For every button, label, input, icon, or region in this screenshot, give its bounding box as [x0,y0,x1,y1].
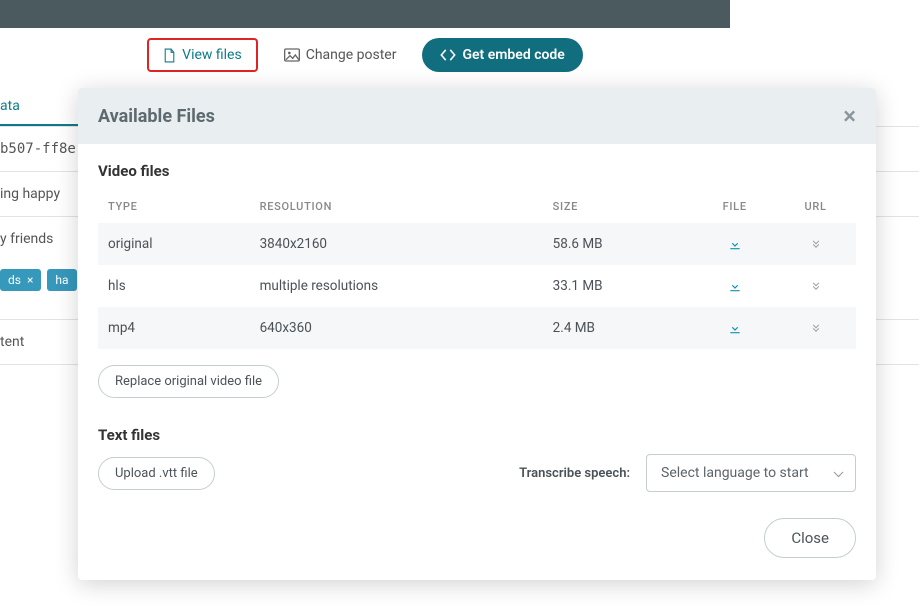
modal-header: Available Files × [78,88,876,144]
cell-resolution: multiple resolutions [250,265,543,307]
video-files-table: TYPE RESOLUTION SIZE FILE URL original 3… [98,190,856,349]
download-icon[interactable] [728,236,742,252]
modal-title: Available Files [98,106,215,127]
view-files-label: View files [182,47,242,63]
cell-type: hls [98,265,250,307]
col-size: SIZE [543,190,695,223]
close-icon[interactable]: × [843,104,856,128]
cell-type: mp4 [98,307,250,349]
tag-chip[interactable]: ds× [0,269,41,291]
upload-vtt-button[interactable]: Upload .vtt file [98,457,215,490]
view-files-button[interactable]: View files [147,38,258,72]
embed-label: Get embed code [462,47,564,63]
col-resolution: RESOLUTION [250,190,543,223]
table-row: original 3840x2160 58.6 MB [98,223,856,265]
expand-url-icon[interactable] [810,320,822,336]
video-toolbar: View files Change poster Get embed code [0,28,730,88]
code-icon [440,47,456,63]
language-select-placeholder: Select language to start [661,465,809,481]
cell-size: 33.1 MB [543,265,695,307]
modal-footer: Close [78,500,876,580]
video-files-heading: Video files [98,162,856,180]
cell-resolution: 3840x2160 [250,223,543,265]
replace-original-button[interactable]: Replace original video file [98,365,279,398]
transcribe-label: Transcribe speech: [519,466,630,481]
expand-url-icon[interactable] [810,278,822,294]
chip-remove-icon[interactable]: × [27,273,33,287]
download-icon[interactable] [728,278,742,294]
language-select[interactable]: Select language to start [646,454,856,492]
col-type: TYPE [98,190,250,223]
video-thumbnail-strip [0,0,730,28]
cell-type: original [98,223,250,265]
file-icon [163,47,176,63]
text-files-heading: Text files [98,426,856,444]
cell-size: 2.4 MB [543,307,695,349]
table-row: mp4 640x360 2.4 MB [98,307,856,349]
col-file: FILE [694,190,775,223]
get-embed-code-button[interactable]: Get embed code [422,38,582,72]
tag-chip[interactable]: ha [47,269,76,291]
expand-url-icon[interactable] [810,236,822,252]
text-files-row: Upload .vtt file Transcribe speech: Sele… [98,454,856,492]
image-icon [284,47,300,63]
col-url: URL [775,190,856,223]
close-button[interactable]: Close [764,518,856,558]
cell-resolution: 640x360 [250,307,543,349]
metadata-tab[interactable]: ata [0,88,78,126]
available-files-modal: Available Files × Video files TYPE RESOL… [78,88,876,580]
cell-size: 58.6 MB [543,223,695,265]
change-poster-button[interactable]: Change poster [270,39,411,71]
download-icon[interactable] [728,320,742,336]
table-row: hls multiple resolutions 33.1 MB [98,265,856,307]
modal-body: Video files TYPE RESOLUTION SIZE FILE UR… [78,144,876,500]
change-poster-label: Change poster [306,47,397,63]
